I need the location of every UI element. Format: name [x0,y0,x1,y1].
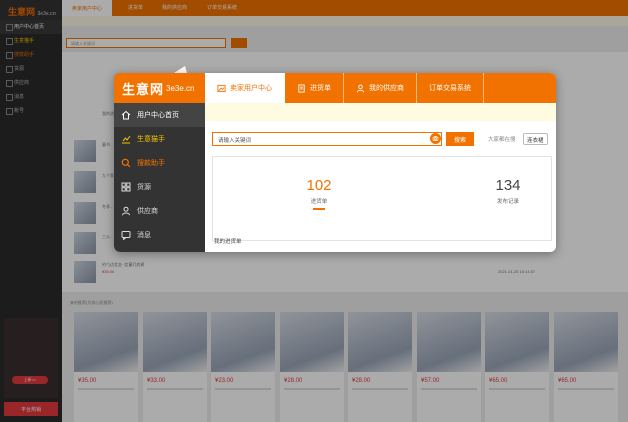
search-row: 请输入关键词 搜索 大家都在搜 连衣裙 [212,132,552,146]
document-icon [298,83,305,93]
stat-label: 发布记录 [496,199,519,205]
user-icon [121,206,131,216]
search-icon [121,158,131,168]
sidebar-item-source[interactable]: 货源 [114,175,205,199]
grid-icon [121,182,131,192]
stat-value: 102 [306,177,332,194]
tab-label: 进货单 [310,85,331,92]
photo-icon [217,84,226,92]
tab-my-suppliers[interactable]: 我的供应商 [344,73,417,103]
sidebar-item-label: 用户中心首页 [137,112,179,119]
stat-publish-records[interactable]: 134 发布记录 [468,177,548,205]
home-icon [121,110,131,120]
user-icon [356,84,365,92]
chart-icon [121,134,131,144]
hot-search-chip[interactable]: 连衣裙 [523,133,548,145]
sidebar-item-cat[interactable]: 生意猫手 [114,127,205,151]
notice-bar [205,103,556,121]
message-icon [121,230,131,240]
section-label: 我的进货单 [214,239,242,245]
camera-icon[interactable] [430,133,441,144]
tab-label: 订单交易系统 [429,85,471,92]
top-tab-bar: 卖家用户中心 进货单 我的供应商 订单交易系统 [205,73,556,103]
tab-label: 卖家用户中心 [230,85,272,92]
tab-label: 我的供应商 [369,85,404,92]
sidebar-item-supplier[interactable]: 供应商 [114,199,205,223]
sidebar-item-message[interactable]: 消息 [114,223,205,247]
stat-label: 进货单 [310,199,328,205]
tab-seller-center[interactable]: 卖家用户中心 [205,73,285,103]
tab-trade-system[interactable]: 订单交易系统 [417,73,484,103]
tab-purchase-orders[interactable]: 进货单 [285,73,344,103]
sidebar-item-label: 消息 [137,232,151,239]
sidebar-item-search[interactable]: 搜款助手 [114,151,205,175]
logo-cn: 生意网 [122,81,165,97]
stats-panel: 102 进货单 134 发布记录 [212,156,552,241]
search-button[interactable]: 搜索 [446,132,474,146]
stat-purchase-orders[interactable]: 102 进货单 [279,177,359,210]
logo-en: 3e3e.cn [166,83,195,93]
sidebar-item-label: 货源 [137,184,151,191]
sidebar-nav: 用户中心首页 生意猫手 搜款助手 货源 供应商 消息 [114,103,205,247]
search-input[interactable]: 请输入关键词 [212,132,442,146]
hot-search-label: 大家都在搜 [488,137,516,143]
sidebar: 生意网 3e3e.cn 用户中心首页 生意猫手 搜款助手 货源 供应商 消息 [114,73,205,252]
sidebar-item-home[interactable]: 用户中心首页 [114,103,205,127]
stat-active-underline [313,208,325,210]
sidebar-item-label: 供应商 [137,208,158,215]
stat-value: 134 [495,177,521,194]
sidebar-item-label: 搜款助手 [137,160,165,167]
logo[interactable]: 生意网 3e3e.cn [114,73,205,103]
sidebar-item-label: 生意猫手 [137,136,165,143]
